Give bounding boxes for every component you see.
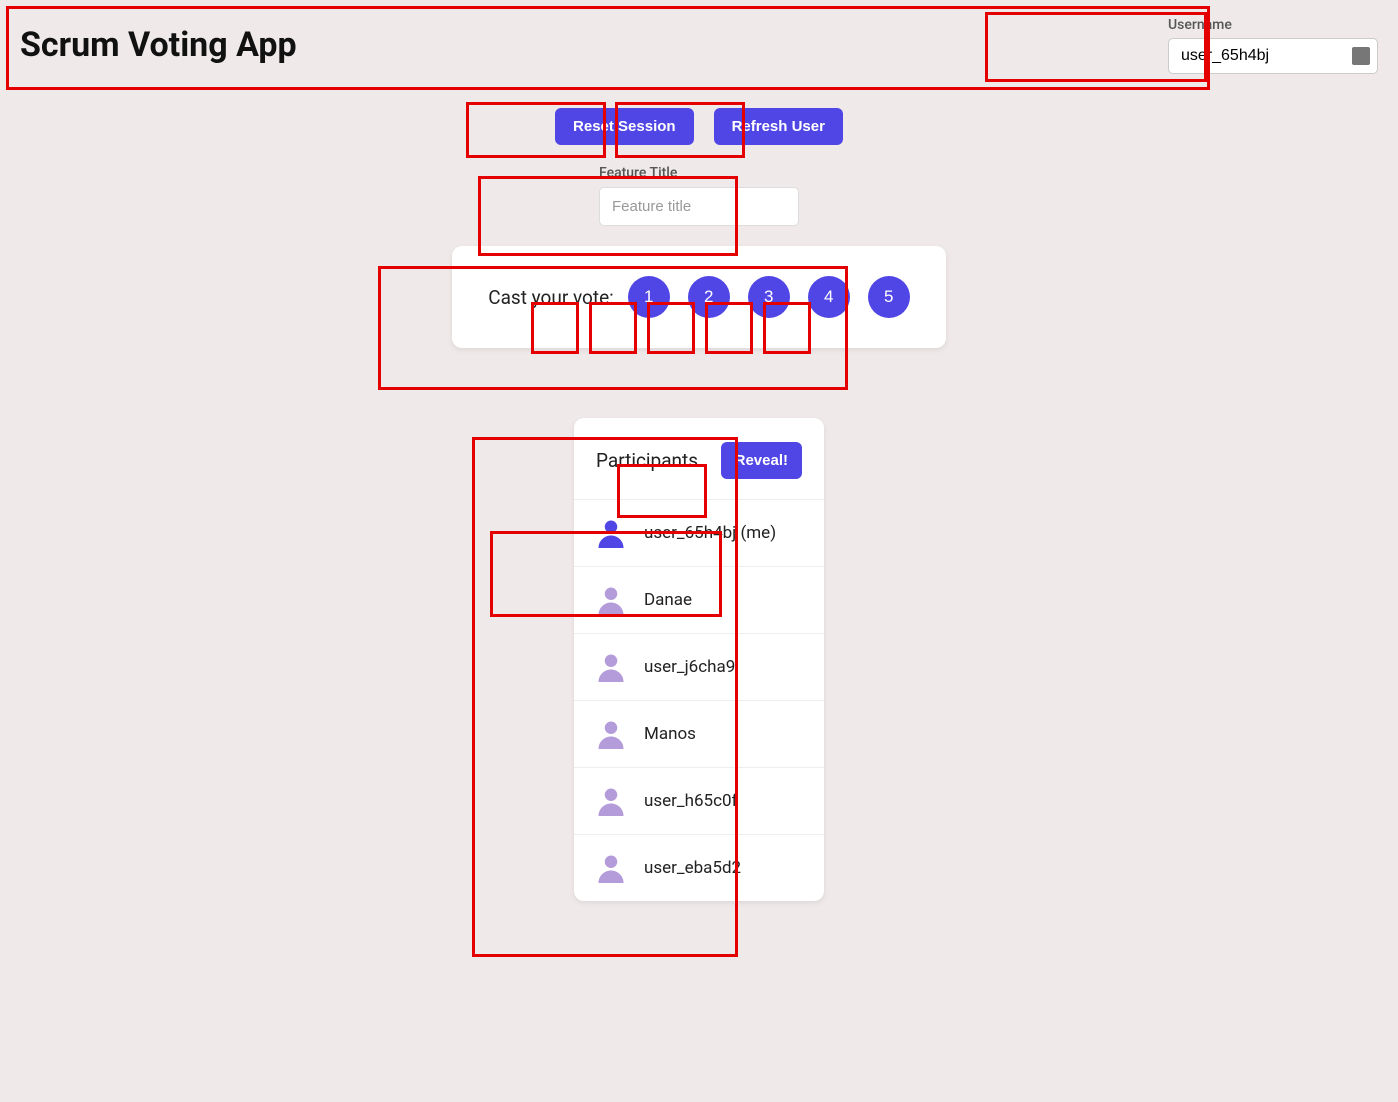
participant-row: Manos xyxy=(574,700,824,767)
participants-card: Participants Reveal! user_65h4bj (me) Dan… xyxy=(574,418,824,901)
user-icon xyxy=(596,585,626,615)
user-icon xyxy=(596,786,626,816)
user-icon xyxy=(596,719,626,749)
participant-row: Danae xyxy=(574,566,824,633)
refresh-user-button[interactable]: Refresh User xyxy=(714,108,843,145)
vote-option-2[interactable]: 2 xyxy=(688,276,730,318)
participant-row: user_h65c0f xyxy=(574,767,824,834)
participant-name: Danae xyxy=(644,590,692,610)
feature-title-label: Feature Title xyxy=(599,165,799,181)
vote-options: 12345 xyxy=(628,276,910,318)
username-input[interactable] xyxy=(1168,38,1378,74)
username-label: Username xyxy=(1168,17,1378,33)
feature-title-input[interactable] xyxy=(599,187,799,226)
participants-title: Participants xyxy=(596,449,698,472)
vote-option-1[interactable]: 1 xyxy=(628,276,670,318)
vote-label: Cast your vote: xyxy=(488,286,614,309)
reset-session-button[interactable]: Reset Session xyxy=(555,108,694,145)
user-icon xyxy=(596,853,626,883)
username-block: Username xyxy=(1168,17,1378,74)
participant-row: user_65h4bj (me) xyxy=(574,499,824,566)
vote-option-4[interactable]: 4 xyxy=(808,276,850,318)
user-icon xyxy=(596,652,626,682)
participant-name: user_65h4bj (me) xyxy=(644,523,776,543)
participant-row: user_eba5d2 xyxy=(574,834,824,901)
participants-list: user_65h4bj (me) Danae user_j6cha9 Manos use… xyxy=(574,499,824,901)
feature-title-block: Feature Title xyxy=(599,165,799,226)
app-title: Scrum Voting App xyxy=(20,25,297,65)
header: Scrum Voting App Username xyxy=(0,0,1398,90)
participant-row: user_j6cha9 xyxy=(574,633,824,700)
participant-name: Manos xyxy=(644,724,696,744)
user-icon xyxy=(596,518,626,548)
participant-name: user_eba5d2 xyxy=(644,858,741,878)
reveal-button[interactable]: Reveal! xyxy=(721,442,802,479)
vote-option-3[interactable]: 3 xyxy=(748,276,790,318)
participant-name: user_h65c0f xyxy=(644,791,737,811)
action-buttons-row: Reset Session Refresh User xyxy=(555,108,843,145)
credential-icon xyxy=(1352,47,1370,65)
vote-card: Cast your vote: 12345 xyxy=(452,246,946,348)
vote-option-5[interactable]: 5 xyxy=(868,276,910,318)
participant-name: user_j6cha9 xyxy=(644,657,735,677)
